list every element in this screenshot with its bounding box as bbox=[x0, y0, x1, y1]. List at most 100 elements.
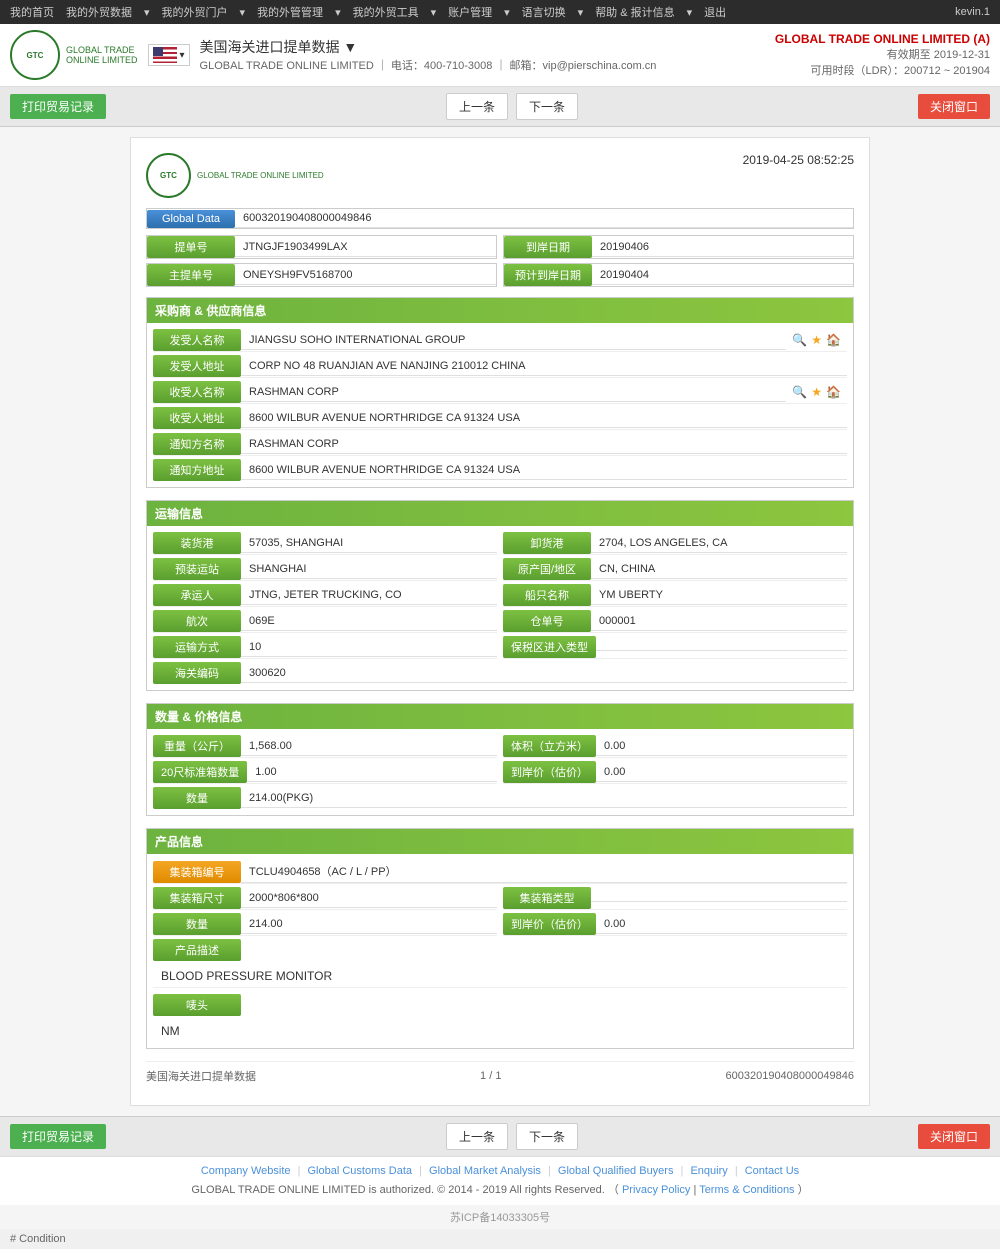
voyage-value: 069E bbox=[241, 612, 497, 631]
nav-lang[interactable]: 语言切换 bbox=[522, 4, 566, 20]
arrival-price-field: 到岸价（估价） 0.00 bbox=[503, 761, 847, 784]
weight-value: 1,568.00 bbox=[241, 737, 497, 756]
nav-home[interactable]: 我的首页 bbox=[10, 4, 54, 20]
master-bill-value: ONEYSH9FV5168700 bbox=[235, 266, 496, 285]
shipper-addr-row: 发受人地址 CORP NO 48 RUANJIAN AVE NANJING 21… bbox=[153, 355, 847, 378]
loading-port-value: 57035, SHANGHAI bbox=[241, 534, 497, 553]
master-bill-label: 主提单号 bbox=[147, 264, 235, 286]
ports-row: 装货港 57035, SHANGHAI 卸货港 2704, LOS ANGELE… bbox=[153, 532, 847, 555]
footer-link-contact[interactable]: Contact Us bbox=[745, 1165, 799, 1177]
star-icon[interactable]: ★ bbox=[811, 333, 822, 347]
shipper-name-label: 发受人名称 bbox=[153, 329, 241, 351]
doc-header: GTC GLOBAL TRADE ONLINE LIMITED 2019-04-… bbox=[146, 153, 854, 198]
nav-logout[interactable]: 退出 bbox=[704, 4, 726, 20]
arrival-date-label: 到岸日期 bbox=[504, 236, 592, 258]
nav-account[interactable]: 账户管理 bbox=[448, 4, 492, 20]
consignee-search-icon[interactable]: 🔍 bbox=[792, 385, 807, 399]
flag-selector[interactable]: ▾ bbox=[148, 44, 190, 66]
transport-section-header: 运输信息 bbox=[147, 501, 853, 526]
prev-button[interactable]: 上一条 bbox=[446, 93, 508, 120]
logo-text: GLOBAL TRADEONLINE LIMITED bbox=[66, 45, 138, 65]
next-button[interactable]: 下一条 bbox=[516, 93, 578, 120]
eta-value: 20190404 bbox=[592, 266, 853, 285]
warehouse-label: 仓单号 bbox=[503, 610, 591, 632]
transport-mode-value: 10 bbox=[241, 638, 497, 657]
qty-value: 214.00(PKG) bbox=[241, 789, 847, 808]
footer-link-customs[interactable]: Global Customs Data bbox=[308, 1165, 413, 1177]
nav-buttons: 上一条 下一条 bbox=[446, 93, 578, 120]
bill-no-field: 提单号 JTNGJF1903499LAX bbox=[146, 235, 497, 259]
product-section-header: 产品信息 bbox=[147, 829, 853, 854]
qty-row: 数量 214.00(PKG) bbox=[153, 787, 847, 809]
consignee-addr-row: 收受人地址 8600 WILBUR AVENUE NORTHRIDGE CA 9… bbox=[153, 407, 847, 430]
vessel-label: 船只名称 bbox=[503, 584, 591, 606]
weight-field: 重量（公斤） 1,568.00 bbox=[153, 735, 497, 758]
global-data-row: Global Data 600320190408000049846 bbox=[146, 208, 854, 229]
header-subtitle: GLOBAL TRADE ONLINE LIMITED ｜ 电话：400-710… bbox=[200, 57, 657, 73]
global-data-value: 600320190408000049846 bbox=[235, 209, 853, 228]
mark-section-label: 唛头 bbox=[153, 994, 241, 1016]
consignee-home-icon[interactable]: 🏠 bbox=[826, 385, 841, 399]
footer-link-enquiry[interactable]: Enquiry bbox=[690, 1165, 727, 1177]
customs-code-label: 海关编码 bbox=[153, 662, 241, 684]
main-content: GTC GLOBAL TRADE ONLINE LIMITED 2019-04-… bbox=[0, 127, 1000, 1116]
footer-link-market[interactable]: Global Market Analysis bbox=[429, 1165, 541, 1177]
doc-footer-center: 1 / 1 bbox=[480, 1070, 501, 1082]
header-right-info: GLOBAL TRADE ONLINE LIMITED (A) 有效期至 201… bbox=[775, 32, 990, 78]
consignee-name-value: RASHMAN CORP bbox=[241, 383, 786, 402]
vessel-field: 船只名称 YM UBERTY bbox=[503, 584, 847, 607]
bottom-next-button[interactable]: 下一条 bbox=[516, 1123, 578, 1150]
shipper-addr-label: 发受人地址 bbox=[153, 355, 241, 377]
company-name-sub: GLOBAL TRADE ONLINE LIMITED bbox=[200, 60, 374, 72]
supplier-section-header: 采购商 & 供应商信息 bbox=[147, 298, 853, 323]
container-size-field: 集装箱尺寸 2000*806*800 bbox=[153, 887, 497, 910]
volume-label: 体积（立方米） bbox=[503, 735, 596, 757]
notify-addr-label: 通知方地址 bbox=[153, 459, 241, 481]
unloading-port-label: 卸货港 bbox=[503, 532, 591, 554]
sep2: | bbox=[419, 1165, 422, 1177]
quantity-section: 数量 & 价格信息 重量（公斤） 1,568.00 体积（立方米） 0.00 bbox=[146, 703, 854, 816]
logo: GTC GLOBAL TRADEONLINE LIMITED bbox=[10, 30, 138, 80]
footer-terms-link[interactable]: Terms & Conditions bbox=[699, 1184, 794, 1196]
consignee-star-icon[interactable]: ★ bbox=[811, 385, 822, 399]
nav-foreign-mgmt[interactable]: 我的外管管理 bbox=[257, 4, 323, 20]
container-type-label: 集装箱类型 bbox=[503, 887, 591, 909]
teu-label: 20尺标准箱数量 bbox=[153, 761, 247, 783]
container-size-value: 2000*806*800 bbox=[241, 889, 497, 908]
doc-logo-circle: GTC bbox=[146, 153, 191, 198]
page-title: 美国海关进口提单数据 ▼ bbox=[200, 37, 657, 57]
nav-links: 我的首页 我的外贸数据 ▾ 我的外贸门户 ▾ 我的外管管理 ▾ 我的外贸工具 ▾… bbox=[10, 4, 726, 20]
supplier-section-body: 发受人名称 JIANGSU SOHO INTERNATIONAL GROUP 🔍… bbox=[147, 323, 853, 487]
nav-help[interactable]: 帮助 & 报计信息 bbox=[595, 4, 674, 20]
desc-value-row: BLOOD PRESSURE MONITOR bbox=[153, 965, 847, 988]
container-size-label: 集装箱尺寸 bbox=[153, 887, 241, 909]
footer-link-company[interactable]: Company Website bbox=[201, 1165, 291, 1177]
nav-tools[interactable]: 我的外贸工具 bbox=[353, 4, 419, 20]
home-icon[interactable]: 🏠 bbox=[826, 333, 841, 347]
bottom-close-button[interactable]: 关闭窗口 bbox=[918, 1124, 990, 1149]
footer-privacy-link[interactable]: Privacy Policy bbox=[622, 1184, 690, 1196]
print-button[interactable]: 打印贸易记录 bbox=[10, 94, 106, 119]
bonded-field: 保税区进入类型 bbox=[503, 636, 847, 659]
loading-port-field: 装货港 57035, SHANGHAI bbox=[153, 532, 497, 555]
search-icon[interactable]: 🔍 bbox=[792, 333, 807, 347]
container-type-field: 集装箱类型 bbox=[503, 887, 847, 910]
footer-links: Company Website | Global Customs Data | … bbox=[10, 1165, 990, 1177]
nav-trade-data[interactable]: 我的外贸数据 bbox=[66, 4, 132, 20]
notify-name-label: 通知方名称 bbox=[153, 433, 241, 455]
loading-dest-value: SHANGHAI bbox=[241, 560, 497, 579]
origin-label: 原产国/地区 bbox=[503, 558, 591, 580]
voyage-label: 航次 bbox=[153, 610, 241, 632]
bottom-prev-button[interactable]: 上一条 bbox=[446, 1123, 508, 1150]
sep5: | bbox=[735, 1165, 738, 1177]
notify-name-row: 通知方名称 RASHMAN CORP bbox=[153, 433, 847, 456]
shipper-name-value: JIANGSU SOHO INTERNATIONAL GROUP bbox=[241, 331, 786, 350]
qty-label: 数量 bbox=[153, 787, 241, 809]
nav-foreign-portal[interactable]: 我的外贸门户 bbox=[162, 4, 228, 20]
footer-link-buyers[interactable]: Global Qualified Buyers bbox=[558, 1165, 674, 1177]
transport-section-body: 装货港 57035, SHANGHAI 卸货港 2704, LOS ANGELE… bbox=[147, 526, 853, 690]
notify-name-value: RASHMAN CORP bbox=[241, 435, 847, 454]
dest-origin-row: 预装运站 SHANGHAI 原产国/地区 CN, CHINA bbox=[153, 558, 847, 581]
bottom-print-button[interactable]: 打印贸易记录 bbox=[10, 1124, 106, 1149]
close-button[interactable]: 关闭窗口 bbox=[918, 94, 990, 119]
